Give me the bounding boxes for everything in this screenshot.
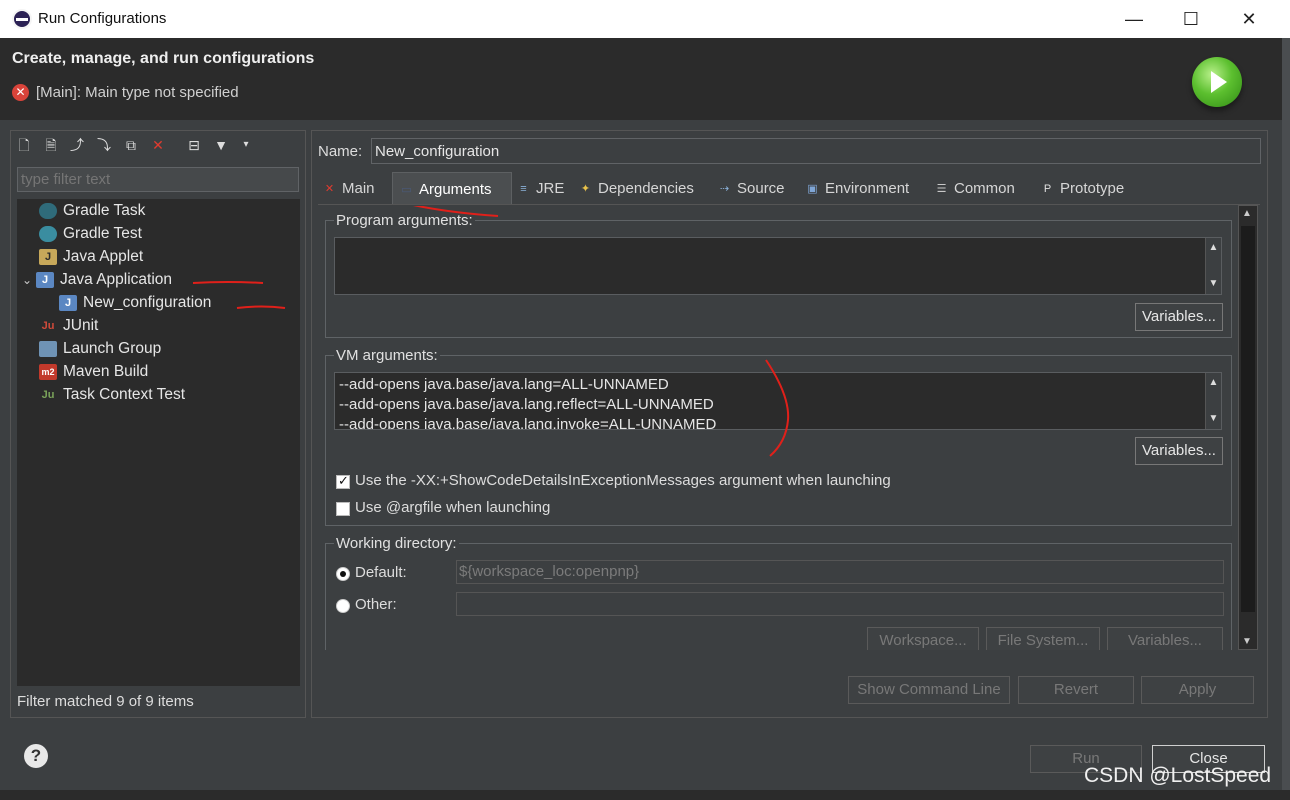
arguments-tab-icon: ▭	[401, 184, 412, 197]
name-input[interactable]	[371, 138, 1261, 164]
tab-main[interactable]: ✕ Main	[322, 172, 375, 204]
main-tab-icon: ✕	[324, 183, 335, 196]
main-scrollbar[interactable]: ▲ ▼	[1238, 205, 1258, 650]
source-icon: ⇢	[719, 183, 730, 196]
error-message: [Main]: Main type not specified	[36, 84, 239, 101]
dialog-header: Create, manage, and run configurations ✕…	[0, 38, 1282, 120]
show-command-line-button[interactable]: Show Command Line	[848, 676, 1010, 704]
prototype-icon: P	[1043, 183, 1052, 196]
dependencies-icon: ✦	[580, 183, 591, 196]
watermark: CSDN @LostSpeed	[1084, 764, 1272, 787]
minimize-button[interactable]: —	[1106, 0, 1162, 38]
configuration-tree: Gradle Task Gradle Test J Java Applet ⌄ J J…	[17, 199, 300, 686]
tab-arguments[interactable]: ▭ Arguments	[392, 172, 512, 204]
background-window-edge	[1282, 38, 1290, 800]
help-icon[interactable]: ?	[24, 744, 48, 768]
revert-button[interactable]: Revert	[1018, 676, 1134, 704]
scrollbar-thumb[interactable]	[1241, 226, 1255, 612]
filter-icon[interactable]: ▼	[211, 134, 231, 156]
tab-source[interactable]: ⇢ Source	[717, 172, 785, 204]
filter-status: Filter matched 9 of 9 items	[17, 693, 194, 710]
dialog-heading: Create, manage, and run configurations	[12, 50, 315, 67]
environment-icon: ▣	[807, 183, 818, 196]
eclipse-logo-icon	[12, 9, 32, 29]
arguments-tab-content: Program arguments: ▲ ▼ Variables... VM a…	[320, 206, 1238, 650]
error-icon: ✕	[12, 84, 29, 101]
window-title: Run Configurations	[38, 10, 167, 27]
maximize-button[interactable]: ☐	[1163, 0, 1219, 38]
run-banner-icon	[1192, 57, 1242, 107]
export-icon[interactable]: ⤴	[67, 134, 87, 156]
red-underline-annotations	[192, 281, 286, 309]
scroll-down-icon[interactable]: ▼	[1242, 636, 1252, 647]
common-icon: ☰	[936, 183, 947, 196]
delete-icon[interactable]: ✕	[148, 134, 168, 156]
collapse-all-icon[interactable]: ⊟	[184, 134, 204, 156]
new-prototype-icon[interactable]: 🗎	[41, 134, 61, 156]
tab-dependencies[interactable]: ✦ Dependencies	[578, 172, 694, 204]
tab-environment[interactable]: ▣ Environment	[805, 172, 909, 204]
title-bar: Run Configurations — ☐ ✕	[0, 0, 1290, 38]
tab-prototype[interactable]: P Prototype	[1040, 172, 1124, 204]
tab-bar: ✕ Main ▭ Arguments ≡ JRE ✦ Dependencies ⇢ Sou…	[318, 172, 1260, 205]
jre-library-icon: ≡	[520, 183, 527, 196]
name-label: Name:	[318, 143, 363, 160]
apply-button[interactable]: Apply	[1141, 676, 1254, 704]
close-window-button[interactable]: ✕	[1221, 0, 1277, 38]
new-config-icon[interactable]: 🗋	[14, 134, 34, 156]
tab-jre[interactable]: ≡ JRE	[516, 172, 564, 204]
tab-common[interactable]: ☰ Common	[934, 172, 1015, 204]
red-annotations	[413, 206, 790, 457]
view-menu-icon[interactable]: ▾	[236, 134, 256, 156]
scroll-up-icon[interactable]: ▲	[1242, 208, 1252, 219]
duplicate-icon[interactable]: ⧉	[121, 134, 141, 156]
filter-input[interactable]	[17, 167, 299, 192]
background-window-strip	[0, 790, 1290, 800]
import-icon[interactable]: ⤵	[94, 134, 114, 156]
